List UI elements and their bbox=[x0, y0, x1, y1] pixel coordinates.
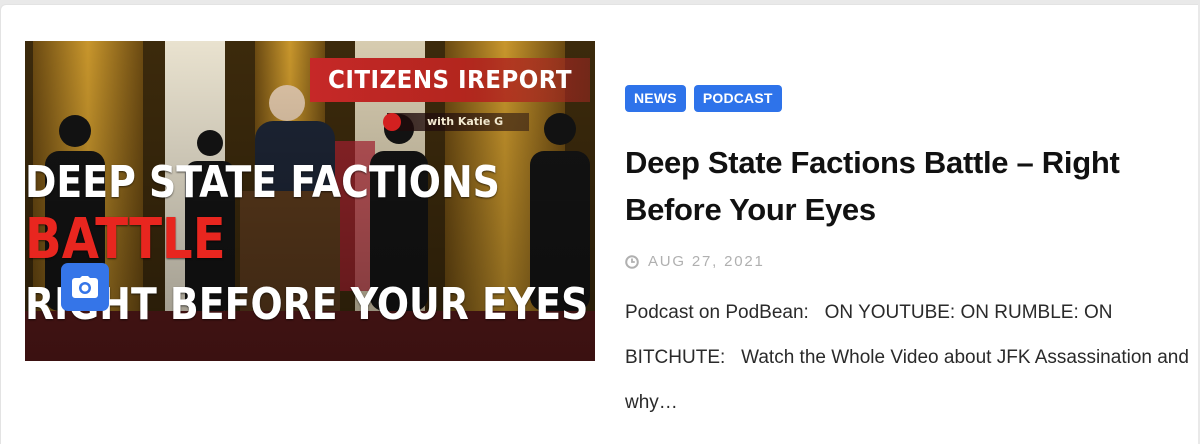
post-card: CITIZENS IREPORT with Katie G DEEP STATE… bbox=[0, 4, 1198, 444]
camera-badge[interactable] bbox=[61, 263, 109, 311]
byline-dot bbox=[383, 113, 401, 131]
category-podcast-badge[interactable]: PODCAST bbox=[693, 85, 782, 112]
thumbnail-banner-text: CITIZENS IREPORT bbox=[327, 65, 573, 94]
post-title[interactable]: Deep State Factions Battle – Right Befor… bbox=[625, 139, 1185, 233]
category-badges: NEWS PODCAST bbox=[625, 85, 782, 112]
thumbnail-headline-line1: DEEP STATE FACTIONS bbox=[25, 157, 500, 208]
camera-icon bbox=[72, 276, 98, 298]
post-date: AUG 27, 2021 bbox=[648, 253, 765, 270]
post-thumbnail[interactable]: CITIZENS IREPORT with Katie G DEEP STATE… bbox=[25, 41, 595, 361]
clock-icon bbox=[625, 254, 639, 269]
thumbnail-byline: with Katie G bbox=[383, 113, 529, 131]
post-meta: AUG 27, 2021 bbox=[625, 253, 765, 270]
thumbnail-headline-line3: RIGHT BEFORE YOUR EYES bbox=[25, 279, 589, 330]
thumbnail-banner: CITIZENS IREPORT bbox=[310, 58, 590, 102]
post-excerpt: Podcast on PodBean: ON YOUTUBE: ON RUMBL… bbox=[625, 302, 1195, 413]
thumbnail-byline-text: with Katie G bbox=[427, 115, 504, 128]
category-news-badge[interactable]: NEWS bbox=[625, 85, 686, 112]
thumbnail-headline-line2: BATTLE bbox=[25, 207, 226, 272]
